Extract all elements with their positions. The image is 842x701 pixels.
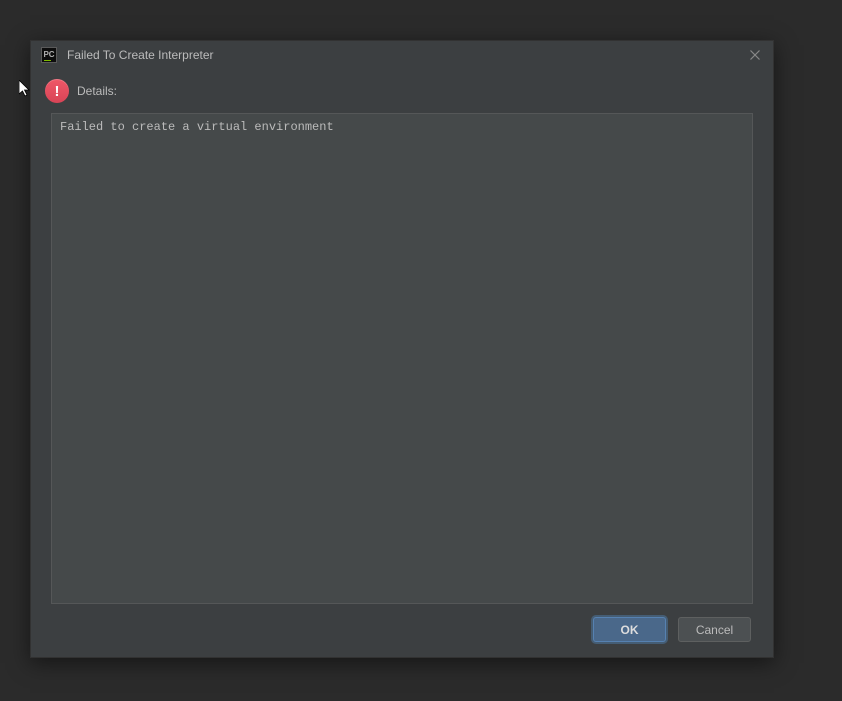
close-button[interactable] <box>745 45 765 65</box>
cancel-button[interactable]: Cancel <box>678 617 751 642</box>
ok-button[interactable]: OK <box>593 617 666 642</box>
close-icon <box>750 50 760 60</box>
dialog-titlebar: PC Failed To Create Interpreter <box>31 41 773 69</box>
dialog-body: ! Details: Failed to create a virtual en… <box>31 69 773 657</box>
error-dialog: PC Failed To Create Interpreter ! Detail… <box>30 40 774 658</box>
dialog-button-row: OK Cancel <box>45 617 753 642</box>
details-label: Details: <box>77 84 117 98</box>
pycharm-app-icon: PC <box>41 47 57 63</box>
details-header: ! Details: <box>45 79 753 103</box>
dialog-title: Failed To Create Interpreter <box>67 48 745 62</box>
error-icon: ! <box>45 79 69 103</box>
error-message-textarea[interactable]: Failed to create a virtual environment <box>51 113 753 604</box>
